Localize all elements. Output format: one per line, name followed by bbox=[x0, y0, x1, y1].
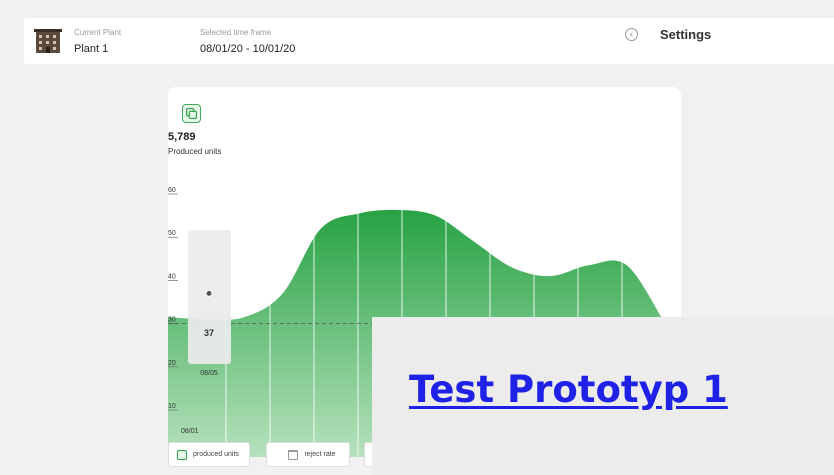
metric-value: 5,789 bbox=[168, 131, 196, 143]
produced-units-button-label: produced units bbox=[193, 451, 239, 458]
timeframe-value[interactable]: 08/01/20 - 10/01/20 bbox=[200, 43, 295, 55]
x-tick-label: 08/01 bbox=[181, 428, 199, 435]
y-tick-label: 50 bbox=[168, 230, 176, 237]
tooltip-box bbox=[188, 230, 231, 364]
tooltip-date: 08/05 bbox=[200, 370, 218, 377]
timeframe-label: Selected time frame bbox=[200, 28, 272, 37]
produced-units-icon bbox=[182, 104, 201, 123]
y-tick-label: 30 bbox=[168, 317, 176, 324]
y-tick-label: 60 bbox=[168, 187, 176, 194]
trash-icon bbox=[288, 449, 299, 460]
reject-rate-button-label: reject rate bbox=[304, 451, 336, 458]
produced-units-button[interactable]: produced units bbox=[168, 442, 250, 467]
y-tick-label: 40 bbox=[168, 273, 176, 280]
building-icon bbox=[34, 29, 62, 53]
data-point bbox=[205, 289, 213, 297]
prototype-overlay: Test Prototyp 1 bbox=[372, 317, 834, 475]
current-plant-value[interactable]: Plant 1 bbox=[74, 43, 108, 55]
produced-units-icon bbox=[177, 449, 187, 460]
top-header: Current Plant Plant 1 Selected time fram… bbox=[24, 18, 834, 64]
settings-title[interactable]: Settings bbox=[660, 27, 711, 42]
test-prototype-link[interactable]: Test Prototyp 1 bbox=[409, 368, 728, 411]
reject-rate-button[interactable]: reject rate bbox=[266, 442, 350, 467]
y-tick-label: 20 bbox=[168, 360, 176, 367]
tooltip-value: 37 bbox=[204, 328, 214, 338]
current-plant-label: Current Plant bbox=[74, 28, 122, 37]
back-icon[interactable]: ‹ bbox=[625, 28, 638, 41]
y-tick-label: 10 bbox=[168, 403, 176, 410]
metric-label: Produced units bbox=[168, 147, 222, 156]
